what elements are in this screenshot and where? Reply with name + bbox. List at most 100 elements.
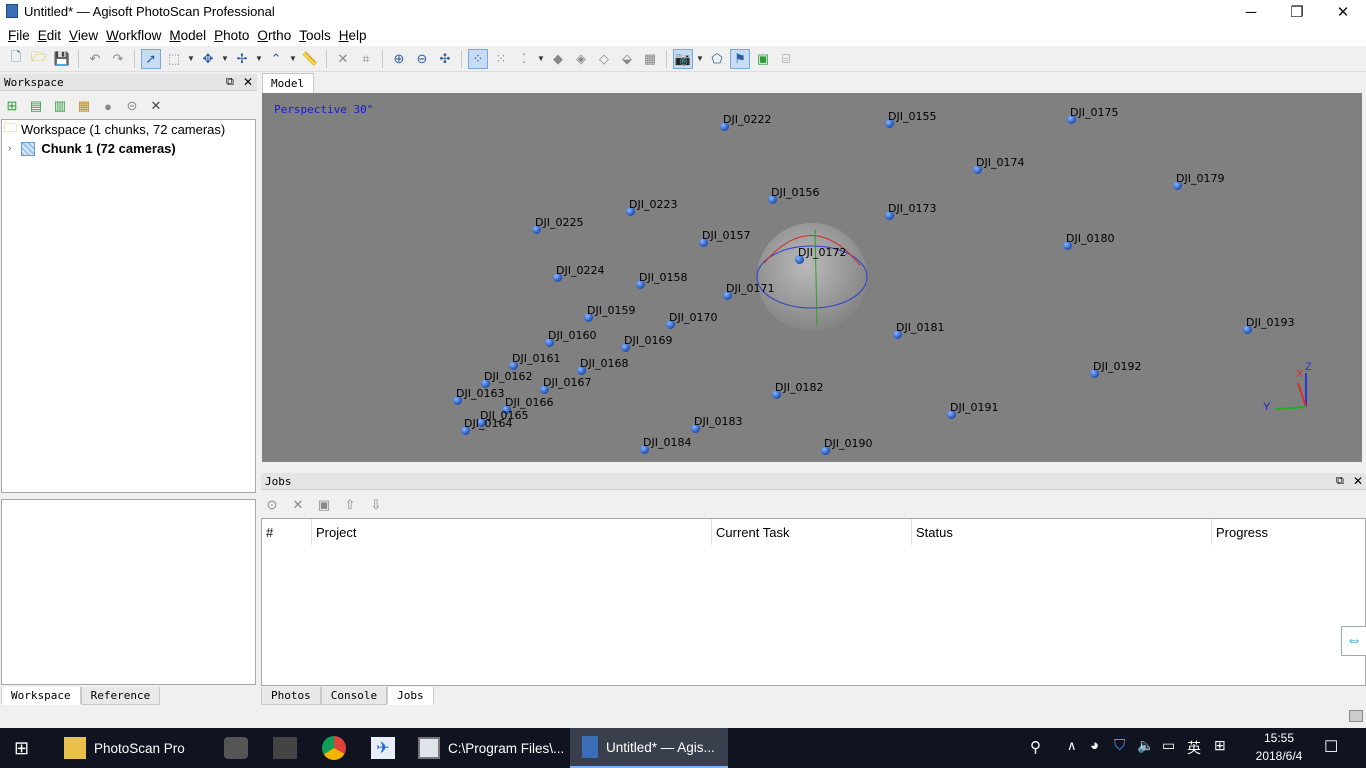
- app-icon[interactable]: [224, 737, 248, 759]
- network-icon[interactable]: ▭: [1162, 737, 1175, 754]
- add-folder-icon[interactable]: ▥: [50, 96, 70, 116]
- dense-cloud-classes-icon[interactable]: ⁚: [514, 49, 534, 69]
- column-header-number[interactable]: #: [262, 519, 312, 545]
- chevron-down-icon[interactable]: ▼: [537, 49, 545, 69]
- windows-start-icon[interactable]: ⊞: [14, 738, 29, 759]
- move-down-icon[interactable]: ⇩: [366, 495, 386, 515]
- chevron-down-icon[interactable]: ▼: [255, 49, 263, 69]
- panel-close-icon[interactable]: ✕: [1353, 474, 1363, 488]
- menu-ortho[interactable]: Ortho: [253, 28, 295, 43]
- ime-indicator[interactable]: 英: [1187, 738, 1201, 758]
- model-viewport[interactable]: Perspective 30° DJI_0222 DJI_0155 DJI_0175…: [262, 93, 1362, 462]
- rectangle-selection-icon[interactable]: ⬚: [164, 49, 184, 69]
- trackball-sphere[interactable]: [754, 221, 870, 333]
- tab-photos[interactable]: Photos: [261, 687, 321, 705]
- chunk-label: Chunk 1 (72 cameras): [41, 141, 176, 156]
- move-region-icon[interactable]: ✥: [198, 49, 218, 69]
- menu-tools[interactable]: Tools: [295, 28, 335, 43]
- dense-cloud-icon[interactable]: ⁙: [491, 49, 511, 69]
- menu-help[interactable]: Help: [335, 28, 371, 43]
- input-mode-icon[interactable]: ⊞: [1214, 737, 1226, 754]
- open-folder-icon[interactable]: 🗁: [29, 49, 49, 69]
- maximize-button[interactable]: ❐: [1274, 0, 1320, 24]
- remove-job-icon[interactable]: ✕: [288, 495, 308, 515]
- add-marker-icon[interactable]: ▦: [74, 96, 94, 116]
- mail-icon[interactable]: ✈: [371, 737, 395, 759]
- panel-close-icon[interactable]: ✕: [243, 75, 253, 89]
- model-shaded-icon[interactable]: ◆: [548, 49, 568, 69]
- clock-date[interactable]: 2018/6/4: [1244, 749, 1314, 763]
- show-region-icon[interactable]: ⌸: [776, 49, 796, 69]
- model-wireframe-icon[interactable]: ◇: [594, 49, 614, 69]
- expand-arrow-icon[interactable]: ›: [8, 143, 11, 154]
- model-solid-icon[interactable]: ◈: [571, 49, 591, 69]
- remove-icon[interactable]: ✕: [146, 96, 166, 116]
- save-icon[interactable]: 💾: [52, 49, 72, 69]
- people-icon[interactable]: ⚲: [1030, 738, 1041, 756]
- undock-icon[interactable]: ⧉: [1336, 475, 1344, 488]
- tree-item-workspace[interactable]: 🗀 Workspace (1 chunks, 72 cameras): [2, 120, 255, 139]
- disable-icon[interactable]: ⊝: [122, 96, 142, 116]
- chrome-icon[interactable]: [322, 736, 346, 760]
- tree-item-chunk[interactable]: › Chunk 1 (72 cameras): [2, 139, 255, 158]
- tab-console[interactable]: Console: [320, 687, 388, 705]
- menu-edit[interactable]: Edit: [34, 28, 65, 43]
- navigation-pointer-icon[interactable]: ➚: [141, 48, 161, 69]
- show-shapes-icon[interactable]: ⬠: [707, 49, 727, 69]
- stop-icon[interactable]: ⊙: [262, 495, 282, 515]
- tab-workspace[interactable]: Workspace: [1, 687, 81, 705]
- move-object-icon[interactable]: ✢: [232, 49, 252, 69]
- show-images-icon[interactable]: ▣: [753, 49, 773, 69]
- point-cloud-icon[interactable]: ⁘: [468, 48, 488, 69]
- tab-jobs[interactable]: Jobs: [387, 687, 434, 705]
- add-photos-icon[interactable]: ▤: [26, 96, 46, 116]
- column-header-current-task[interactable]: Current Task: [712, 519, 912, 545]
- menu-photo[interactable]: Photo: [210, 28, 253, 43]
- minimize-button[interactable]: ─: [1228, 0, 1274, 24]
- column-header-project[interactable]: Project: [312, 519, 712, 545]
- enable-icon[interactable]: ●: [98, 96, 118, 116]
- new-file-icon[interactable]: 🗋: [6, 49, 26, 69]
- tab-reference[interactable]: Reference: [80, 687, 161, 705]
- teamviewer-icon[interactable]: ⇔: [1341, 626, 1366, 656]
- shield-icon[interactable]: ⛉: [1114, 737, 1125, 754]
- zoom-in-icon[interactable]: ⊕: [389, 49, 409, 69]
- menu-workflow[interactable]: Workflow: [102, 28, 165, 43]
- qq-icon[interactable]: ◕: [1090, 737, 1099, 754]
- delete-selection-icon[interactable]: ✕: [333, 49, 353, 69]
- chevron-down-icon[interactable]: ▼: [696, 49, 704, 69]
- add-chunk-icon[interactable]: ⊞: [2, 96, 22, 116]
- redo-icon[interactable]: ↷: [108, 49, 128, 69]
- notification-icon[interactable]: ☐: [1324, 737, 1338, 757]
- menu-model[interactable]: Model: [165, 28, 210, 43]
- column-header-progress[interactable]: Progress: [1212, 519, 1365, 545]
- menu-view[interactable]: View: [65, 28, 102, 43]
- draw-polyline-icon[interactable]: ⌃: [266, 49, 286, 69]
- taskbar-item-program-files[interactable]: C:\Program Files\...: [410, 728, 568, 768]
- model-textured-icon[interactable]: ⬙: [617, 49, 637, 69]
- undo-icon[interactable]: ↶: [85, 49, 105, 69]
- chevron-down-icon[interactable]: ▼: [221, 49, 229, 69]
- ruler-icon[interactable]: 📏: [300, 49, 320, 69]
- tab-model[interactable]: Model: [262, 73, 314, 93]
- zoom-out-icon[interactable]: ⊖: [412, 49, 432, 69]
- chevron-down-icon[interactable]: ▼: [289, 49, 297, 69]
- job-properties-icon[interactable]: ▣: [314, 495, 334, 515]
- chevron-down-icon[interactable]: ▼: [187, 49, 195, 69]
- column-header-status[interactable]: Status: [912, 519, 1212, 545]
- move-up-icon[interactable]: ⇧: [340, 495, 360, 515]
- tiled-model-icon[interactable]: ▦: [640, 49, 660, 69]
- menu-file[interactable]: File: [4, 28, 34, 43]
- clock-time[interactable]: 15:55: [1248, 731, 1310, 745]
- chevron-up-icon[interactable]: ∧: [1067, 738, 1077, 754]
- taskbar-item-photoscan[interactable]: Untitled* — Agis...: [570, 728, 728, 768]
- crop-icon[interactable]: ⌗: [356, 49, 376, 69]
- volume-muted-icon[interactable]: 🔈: [1137, 737, 1154, 754]
- close-button[interactable]: ✕: [1320, 0, 1366, 24]
- reset-view-icon[interactable]: ✣: [435, 49, 455, 69]
- show-cameras-icon[interactable]: 📷: [673, 48, 693, 69]
- taskbar-item-photoscan-folder[interactable]: PhotoScan Pro: [56, 728, 208, 768]
- app-icon[interactable]: [273, 737, 297, 759]
- show-markers-icon[interactable]: ⚑: [730, 48, 750, 69]
- undock-icon[interactable]: ⧉: [226, 76, 234, 89]
